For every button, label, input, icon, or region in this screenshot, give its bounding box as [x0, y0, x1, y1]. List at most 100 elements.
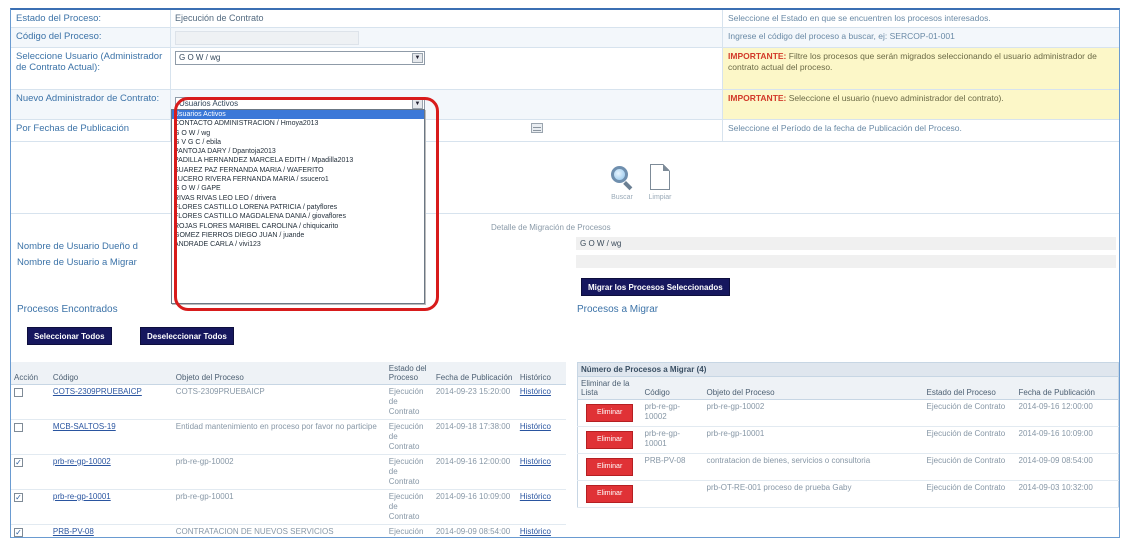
chevron-down-icon[interactable]: ▼ [412, 53, 423, 63]
migrate-object: prb-re-gp-10002 [703, 399, 924, 427]
dropdown-option[interactable]: LUCERO RIVERA FERNANDA MARIA / ssucero1 [172, 175, 424, 184]
col-historico: Histórico [516, 362, 566, 385]
filter-row-estado: Estado del Proceso: Ejecución de Contrat… [11, 10, 1119, 28]
usuario-label: Seleccione Usuario (Administrador de Con… [11, 48, 171, 89]
eliminar-button[interactable]: Eliminar [586, 485, 634, 503]
migrate-state: Ejecución de Contrato [923, 399, 1016, 427]
eliminar-button[interactable]: Eliminar [586, 458, 634, 476]
dropdown-option[interactable]: PANTOJA DARY / Dpantoja2013 [172, 147, 424, 156]
migrar-button[interactable]: Migrar los Procesos Seleccionados [581, 278, 730, 296]
fechas-label: Por Fechas de Publicación [11, 120, 171, 141]
owner-value: G O W / wg [576, 237, 1116, 250]
migrate-code: prb-re-gp-10001 [641, 426, 704, 454]
process-state: Ejecución de Contrato [385, 454, 433, 490]
target-label: Nombre de Usuario a Migrar [17, 257, 137, 268]
process-code-link[interactable]: prb-re-gp-10002 [53, 457, 111, 466]
historico-link[interactable]: Histórico [520, 492, 551, 501]
eliminar-button[interactable]: Eliminar [586, 404, 634, 422]
process-object: CONTRATACION DE NUEVOS SERVICIOS [172, 524, 386, 537]
usuario-hint: IMPORTANTE: Filtre los procesos que será… [723, 48, 1119, 89]
nuevo-admin-select-value: Usuarios Activos [179, 99, 239, 108]
process-code-link[interactable]: prb-re-gp-10001 [53, 492, 111, 501]
process-code-link[interactable]: MCB-SALTOS-19 [53, 422, 116, 431]
migrate-object: prb-re-gp-10001 [703, 426, 924, 454]
migrate-date: 2014-09-03 10:32:00 [1015, 480, 1119, 508]
row-checkbox[interactable]: ✓ [14, 493, 23, 502]
calendar-icon[interactable] [531, 123, 543, 133]
process-state: Ejecución de Contrato [385, 524, 433, 537]
owner-label: Nombre de Usuario Dueño d [17, 241, 138, 252]
chevron-down-icon[interactable]: ▼ [412, 99, 423, 109]
migrate-state: Ejecución de Contrato [923, 453, 1016, 481]
table-row: Eliminar PRB-PV-08 contratacion de bienes,… [577, 453, 1119, 481]
dropdown-option[interactable]: GOMEZ FIERROS DIEGO JUAN / juande [172, 231, 424, 240]
dropdown-option[interactable]: FLORES CASTILLO LORENA PATRICIA / patyfl… [172, 203, 424, 212]
col-objeto: Objeto del Proceso [172, 362, 386, 385]
row-checkbox[interactable]: ✓ [14, 458, 23, 467]
migrate-code [641, 480, 704, 508]
dropdown-option[interactable]: G O W / wg [172, 129, 424, 138]
usuario-select[interactable]: G O W / wg ▼ [175, 51, 425, 65]
historico-link[interactable]: Histórico [520, 457, 551, 466]
historico-link[interactable]: Histórico [520, 527, 551, 536]
col-fecha: Fecha de Publicación [432, 362, 517, 385]
row-checkbox[interactable] [14, 388, 23, 397]
process-date: 2014-09-16 10:09:00 [432, 489, 517, 525]
dropdown-option[interactable]: PADILLA HERNANDEZ MARCELA EDITH / Mpadil… [172, 156, 424, 165]
process-date: 2014-09-16 12:00:00 [432, 454, 517, 490]
nuevo-admin-dropdown-list[interactable]: Usuarios Activos CONTACTO ADMINISTRACION … [171, 109, 425, 304]
dropdown-option[interactable]: RIVAS RIVAS LEO LEO / drivera [172, 194, 424, 203]
process-object: prb-re-gp-10001 [172, 489, 386, 525]
col-eliminar: Eliminar de la Lista [577, 376, 642, 400]
dropdown-option[interactable]: FLORES CASTILLO MAGDALENA DANIA / giovaf… [172, 212, 424, 221]
process-object: prb-re-gp-10002 [172, 454, 386, 490]
table-row: ✓ prb-re-gp-10001 prb-re-gp-10001 Ejecución… [11, 489, 566, 525]
migrate-state: Ejecución de Contrato [923, 480, 1016, 508]
nuevo-admin-hint: IMPORTANTE: Seleccione el usuario (nuevo… [723, 90, 1119, 119]
migrate-code: PRB-PV-08 [641, 453, 704, 481]
codigo-input[interactable] [175, 31, 359, 45]
usuario-select-value: G O W / wg [179, 53, 221, 62]
historico-link[interactable]: Histórico [520, 422, 551, 431]
limpiar-label: Limpiar [648, 194, 672, 201]
historico-link[interactable]: Histórico [520, 387, 551, 396]
migrate-date: 2014-09-16 10:09:00 [1015, 426, 1119, 454]
table-row: ✓ prb-re-gp-10002 prb-re-gp-10002 Ejecución… [11, 454, 566, 490]
migration-title: Detalle de Migración de Procesos [491, 223, 611, 232]
eliminar-button[interactable]: Eliminar [586, 431, 634, 449]
process-state: Ejecución de Contrato [385, 489, 433, 525]
row-checkbox[interactable] [14, 423, 23, 432]
buscar-label: Buscar [611, 194, 633, 201]
table-row: MCB-SALTOS-19 Entidad mantenimiento en pr… [11, 419, 566, 455]
migrate-date: 2014-09-09 08:54:00 [1015, 453, 1119, 481]
dropdown-option[interactable]: G O W / GAPE [172, 184, 424, 193]
limpiar-button[interactable]: Limpiar [644, 164, 676, 201]
dropdown-option[interactable]: Usuarios Activos [172, 110, 424, 120]
migrate-object: prb-OT-RE-001 proceso de prueba Gaby [703, 480, 924, 508]
dropdown-option[interactable]: SUAREZ PAZ FERNANDA MARIA / WAFERITO [172, 166, 424, 175]
process-object: COTS-2309PRUEBAICP [172, 384, 386, 420]
usuario-hint-strong: IMPORTANTE: [728, 51, 787, 61]
table-row: COTS-2309PRUEBAICP COTS-2309PRUEBAICP Ejec… [11, 384, 566, 420]
estado-label: Estado del Proceso: [11, 10, 171, 27]
deselect-all-button[interactable]: Deseleccionar Todos [140, 327, 234, 345]
dropdown-option[interactable]: ANDRADE CARLA / vivi123 [172, 240, 424, 249]
dropdown-option[interactable]: CONTACTO ADMINISTRACION / Hmoya2013 [172, 119, 424, 128]
dropdown-option[interactable]: G V G C / ebila [172, 138, 424, 147]
dropdown-option[interactable]: ROJAS FLORES MARIBEL CAROLINA / chiquica… [172, 222, 424, 231]
to-migrate-caption: Número de Procesos a Migrar (4) [577, 362, 1119, 377]
process-state: Ejecución de Contrato [385, 384, 433, 420]
process-state: Ejecución de Contrato [385, 419, 433, 455]
col-codigo: Código [641, 376, 704, 400]
search-icon [609, 164, 635, 191]
row-checkbox[interactable]: ✓ [14, 528, 23, 537]
process-code-link[interactable]: COTS-2309PRUEBAICP [53, 387, 142, 396]
buscar-button[interactable]: Buscar [606, 164, 638, 201]
table-row: ✓ PRB-PV-08 CONTRATACION DE NUEVOS SERVICI… [11, 524, 566, 537]
migrate-code: prb-re-gp-10002 [641, 399, 704, 427]
col-estado: Estado del Proceso [923, 376, 1016, 400]
process-code-link[interactable]: PRB-PV-08 [53, 527, 94, 536]
estado-value: Ejecución de Contrato [175, 13, 264, 23]
select-all-button[interactable]: Seleccionar Todos [27, 327, 112, 345]
found-table: Acción Código Objeto del Proceso Estado … [11, 362, 566, 537]
